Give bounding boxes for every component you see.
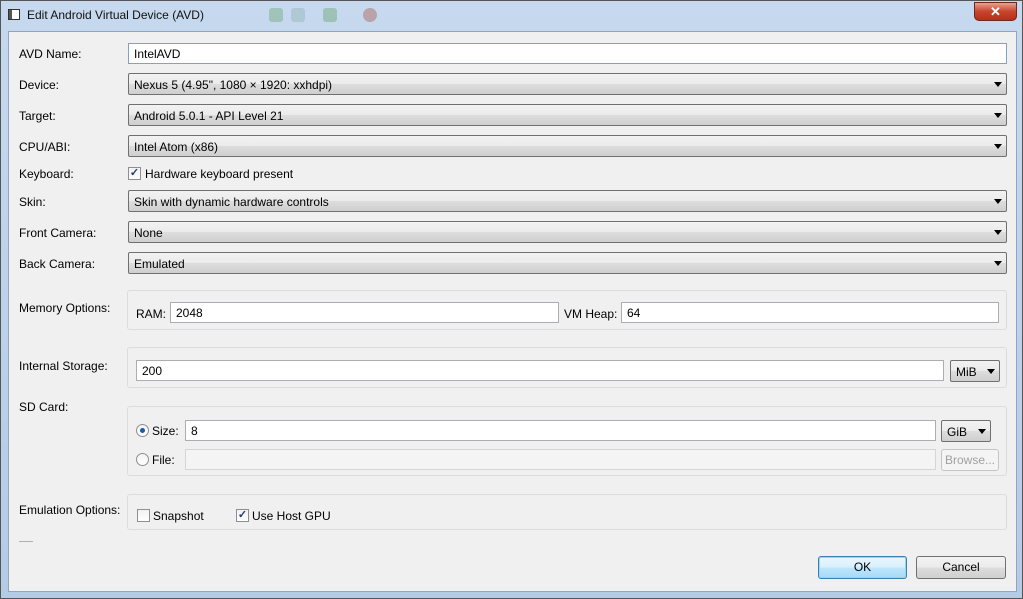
front-camera-select-value: None	[134, 226, 163, 240]
sd-size-unit-value: GiB	[947, 425, 968, 439]
hardware-keyboard-checkbox[interactable]: ✓	[128, 167, 141, 180]
back-camera-select-value: Emulated	[134, 257, 185, 271]
use-host-gpu-label: Use Host GPU	[252, 509, 331, 523]
device-label: Device:	[19, 78, 60, 92]
cpu-abi-label: CPU/ABI:	[19, 140, 71, 154]
avd-name-label: AVD Name:	[19, 47, 82, 61]
keyboard-label: Keyboard:	[19, 167, 74, 181]
back-camera-select[interactable]: Emulated	[128, 252, 1007, 274]
skin-select[interactable]: Skin with dynamic hardware controls	[128, 190, 1007, 212]
emulation-options-label: Emulation Options:	[19, 503, 121, 517]
internal-storage-unit-select[interactable]: MiB	[950, 360, 1000, 382]
separator-line	[19, 541, 33, 542]
sd-file-input[interactable]	[185, 449, 936, 470]
front-camera-select[interactable]: None	[128, 221, 1007, 243]
device-select-value: Nexus 5 (4.95", 1080 × 1920: xxhdpi)	[134, 78, 333, 92]
chevron-down-icon	[994, 230, 1002, 235]
use-host-gpu-checkbox[interactable]: ✓	[236, 509, 249, 522]
internal-storage-unit-value: MiB	[956, 365, 977, 379]
browse-button[interactable]: Browse...	[941, 449, 999, 471]
vm-heap-label: VM Heap:	[564, 307, 618, 321]
title-bar: Edit Android Virtual Device (AVD) ✕	[1, 1, 1022, 31]
sd-file-radio[interactable]	[136, 453, 149, 466]
sd-card-group: Size: 8 GiB File: Browse...	[127, 406, 1007, 476]
ram-input[interactable]: 2048	[170, 302, 559, 323]
snapshot-label: Snapshot	[153, 509, 204, 523]
sd-size-unit-select[interactable]: GiB	[941, 420, 991, 442]
ok-button[interactable]: OK	[818, 556, 907, 579]
dialog-window: Edit Android Virtual Device (AVD) ✕ AVD …	[0, 0, 1023, 599]
chevron-down-icon	[994, 82, 1002, 87]
background-toolbar-icon	[269, 8, 283, 22]
sd-size-radio[interactable]	[136, 424, 149, 437]
window-icon	[8, 9, 20, 20]
cpu-abi-select-value: Intel Atom (x86)	[134, 140, 219, 154]
close-button[interactable]: ✕	[974, 2, 1017, 21]
sd-card-label: SD Card:	[19, 400, 69, 414]
background-toolbar-icon	[323, 8, 337, 22]
skin-select-value: Skin with dynamic hardware controls	[134, 195, 329, 209]
background-toolbar-icon	[291, 8, 305, 22]
back-camera-label: Back Camera:	[19, 257, 96, 271]
cpu-abi-select[interactable]: Intel Atom (x86)	[128, 135, 1007, 157]
avd-name-input[interactable]: IntelAVD	[128, 43, 1007, 64]
sd-file-label: File:	[152, 453, 175, 467]
memory-options-label: Memory Options:	[19, 301, 111, 315]
chevron-down-icon	[994, 144, 1002, 149]
chevron-down-icon	[994, 261, 1002, 266]
ram-label: RAM:	[136, 307, 166, 321]
chevron-down-icon	[994, 199, 1002, 204]
chevron-down-icon	[994, 113, 1002, 118]
front-camera-label: Front Camera:	[19, 226, 97, 240]
dialog-body: AVD Name: IntelAVD Device: Nexus 5 (4.95…	[8, 31, 1017, 592]
sd-size-label: Size:	[152, 424, 179, 438]
device-select[interactable]: Nexus 5 (4.95", 1080 × 1920: xxhdpi)	[128, 73, 1007, 95]
sd-size-input[interactable]: 8	[185, 420, 936, 441]
target-label: Target:	[19, 109, 56, 123]
cancel-button[interactable]: Cancel	[916, 556, 1006, 579]
memory-options-group: RAM: 2048 VM Heap: 64	[127, 290, 1007, 330]
chevron-down-icon	[978, 429, 986, 434]
chevron-down-icon	[987, 369, 995, 374]
emulation-options-group: Snapshot ✓ Use Host GPU	[127, 494, 1007, 530]
target-select-value: Android 5.0.1 - API Level 21	[134, 109, 284, 123]
target-select[interactable]: Android 5.0.1 - API Level 21	[128, 104, 1007, 126]
skin-label: Skin:	[19, 195, 46, 209]
internal-storage-group: 200 MiB	[127, 347, 1007, 388]
snapshot-checkbox[interactable]	[137, 509, 150, 522]
window-title: Edit Android Virtual Device (AVD)	[27, 8, 204, 22]
hardware-keyboard-label: Hardware keyboard present	[145, 167, 294, 181]
internal-storage-label: Internal Storage:	[19, 359, 108, 373]
internal-storage-input[interactable]: 200	[136, 360, 944, 381]
vm-heap-input[interactable]: 64	[621, 302, 999, 323]
background-toolbar-icon	[363, 8, 377, 22]
